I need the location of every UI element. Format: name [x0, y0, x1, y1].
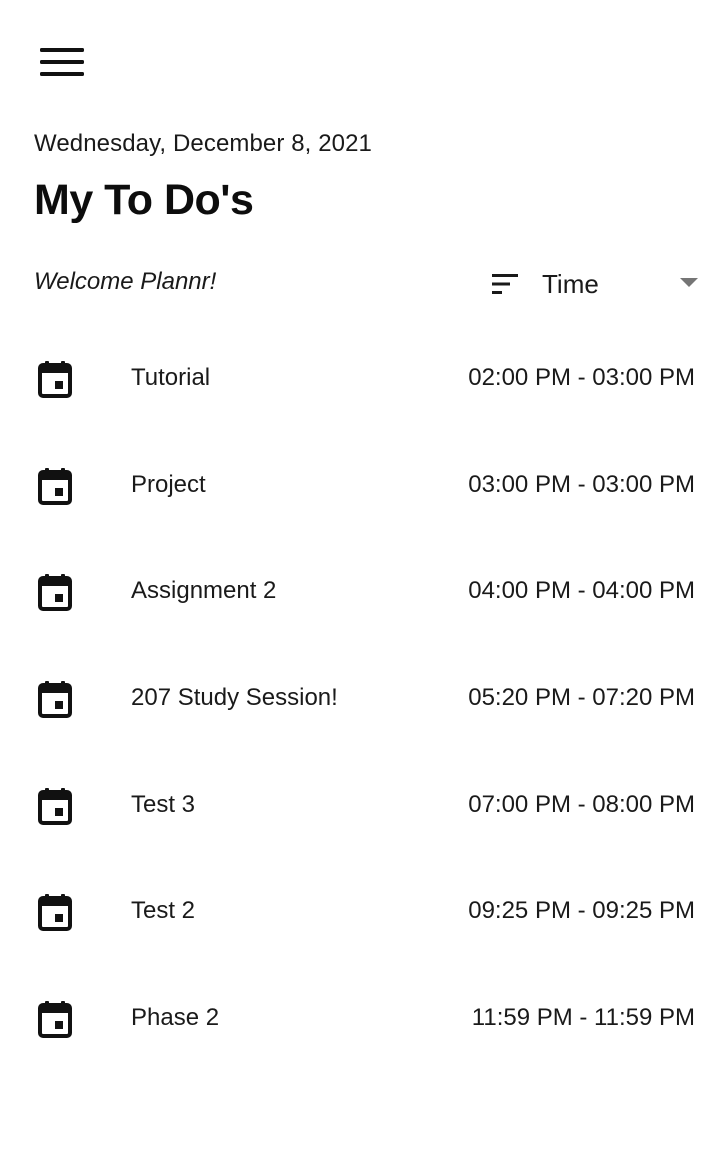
calendar-event-icon: [37, 893, 73, 932]
page-title: My To Do's: [34, 176, 254, 224]
todo-time-range: 05:20 PM - 07:20 PM: [468, 684, 695, 712]
sort-selected-value: Time: [542, 268, 599, 299]
todo-item[interactable]: Assignment 2 04:00 PM - 04:00 PM: [0, 539, 728, 646]
sort-dropdown[interactable]: Time: [490, 262, 702, 306]
todo-item[interactable]: Test 2 09:25 PM - 09:25 PM: [0, 859, 728, 966]
calendar-event-icon: [37, 573, 73, 612]
todo-time-range: 04:00 PM - 04:00 PM: [468, 577, 695, 605]
todo-name: 207 Study Session!: [131, 684, 338, 712]
calendar-event-icon: [37, 787, 73, 825]
todo-name: Tutorial: [131, 364, 211, 391]
todo-name: Project: [131, 470, 206, 498]
todo-time-range: 09:25 PM - 09:25 PM: [468, 897, 695, 925]
todo-item[interactable]: Test 3 07:00 PM - 08:00 PM: [0, 753, 728, 860]
todo-name: Test 2: [131, 897, 196, 925]
todo-time-range: 03:00 PM - 03:00 PM: [468, 470, 695, 498]
calendar-event-icon: [37, 360, 73, 398]
hamburger-menu-icon: [40, 48, 84, 76]
todo-item[interactable]: Phase 2 11:59 PM - 11:59 PM: [0, 966, 728, 1073]
todo-item[interactable]: 207 Study Session! 05:20 PM - 07:20 PM: [0, 646, 728, 753]
calendar-event-icon: [37, 467, 73, 505]
todo-time-range: 02:00 PM - 03:00 PM: [468, 364, 695, 391]
todo-name: Assignment 2: [131, 577, 277, 605]
hamburger-menu-button[interactable]: [38, 44, 86, 84]
dropdown-arrow-icon: [680, 278, 698, 287]
calendar-event-icon: [37, 1000, 73, 1039]
sort-icon: [490, 266, 526, 302]
todo-list: Tutorial 02:00 PM - 03:00 PM Project 03:00 …: [0, 326, 728, 1073]
welcome-message: Welcome Plannr!: [34, 268, 217, 295]
todo-time-range: 07:00 PM - 08:00 PM: [468, 790, 695, 818]
todo-item[interactable]: Project 03:00 PM - 03:00 PM: [0, 433, 728, 540]
todo-time-range: 11:59 PM - 11:59 PM: [471, 1004, 695, 1032]
calendar-event-icon: [37, 680, 73, 719]
todo-name: Phase 2: [131, 1004, 220, 1032]
todo-name: Test 3: [131, 790, 196, 818]
todo-item[interactable]: Tutorial 02:00 PM - 03:00 PM: [0, 326, 728, 433]
current-date: Wednesday, December 8, 2021: [34, 130, 373, 157]
